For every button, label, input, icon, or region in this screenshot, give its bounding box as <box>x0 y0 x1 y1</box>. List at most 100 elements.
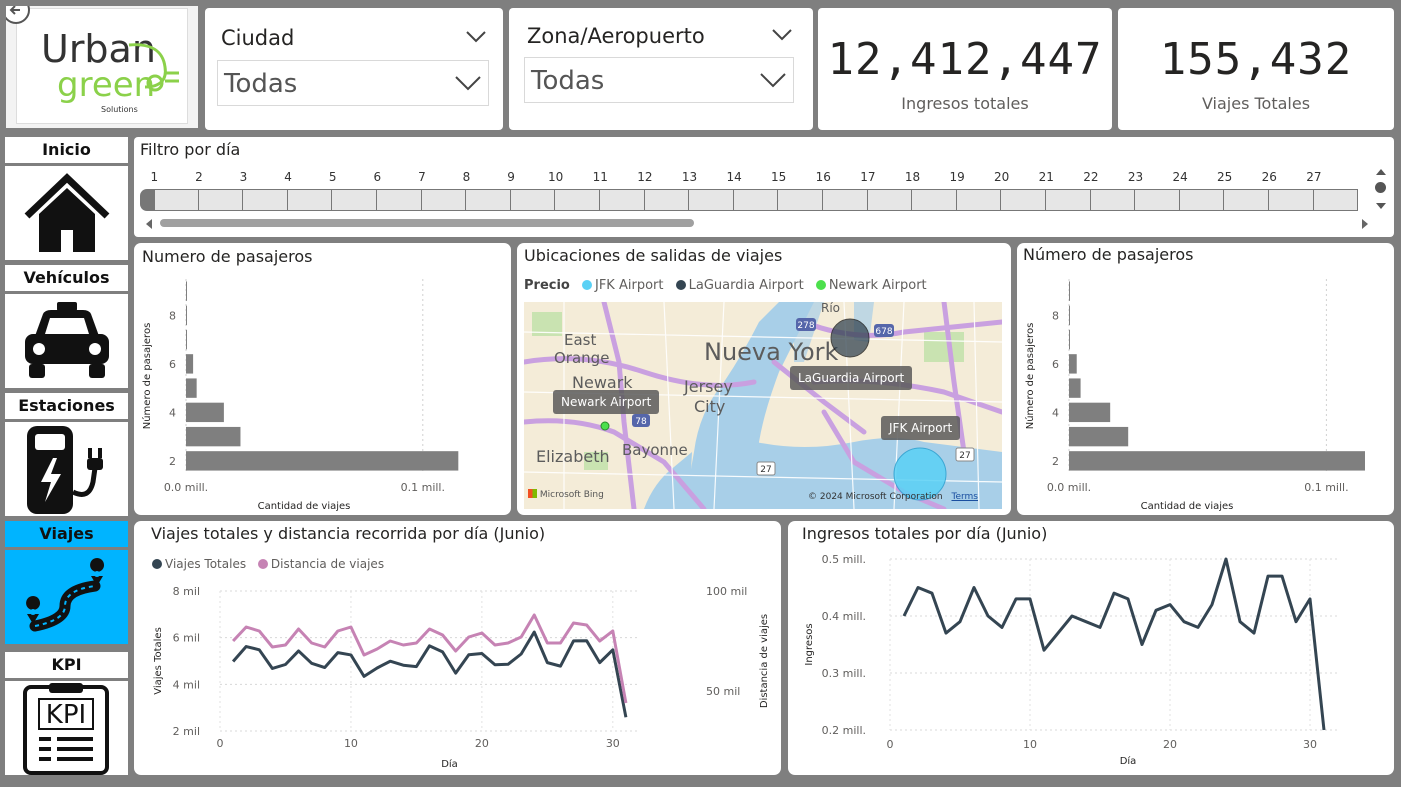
nav-label-inicio[interactable]: Inicio <box>5 137 128 163</box>
back-icon[interactable] <box>6 6 36 26</box>
day-slicer-label: 20 <box>994 170 1010 184</box>
revenue-chart: 0.2 mill. 0.3 mill. 0.4 mill. 0.5 mill. 0 10 2… <box>804 553 1338 767</box>
bar-8 <box>186 305 187 326</box>
map-place-orange: Orange <box>554 349 609 367</box>
svg-text:KPI: KPI <box>46 700 86 730</box>
day-slicer-cell-6[interactable] <box>377 189 422 211</box>
zona-header-chevron-icon[interactable] <box>771 28 793 42</box>
left-tick: 8 mil <box>173 585 200 598</box>
svg-text:678: 678 <box>875 327 892 337</box>
ciudad-slicer: Ciudad Todas <box>205 8 503 130</box>
day-slicer-cell-16[interactable] <box>823 189 868 211</box>
y-right-axis-title: Distancia de viajes <box>759 614 770 708</box>
day-slicer-cell-18[interactable] <box>912 189 957 211</box>
day-slicer-cell-15[interactable] <box>778 189 823 211</box>
legend-jfk[interactable]: JFK Airport <box>595 278 663 293</box>
day-slicer-cell-12[interactable] <box>644 189 690 211</box>
ciudad-dropdown[interactable]: Todas <box>217 60 489 106</box>
day-slicer-cell-25[interactable] <box>1224 189 1269 211</box>
scroll-left-icon[interactable] <box>144 218 154 230</box>
day-slicer-cell-10[interactable] <box>555 189 600 211</box>
map-place-city: City <box>694 397 725 416</box>
map-label-newark: Newark Airport <box>553 390 660 414</box>
day-slicer-cell-3[interactable] <box>243 189 288 211</box>
horizontal-scroll-thumb[interactable] <box>160 219 694 227</box>
day-slicer-label: 15 <box>771 170 787 184</box>
day-slicer-cell-24[interactable] <box>1179 189 1225 211</box>
day-slicer-cell-17[interactable] <box>867 189 913 211</box>
legend-dot-laguardia <box>675 280 686 290</box>
nav-button-estaciones[interactable] <box>5 422 128 516</box>
map-card: Ubicaciones de salidas de viajes Precio … <box>517 243 1011 515</box>
zona-dropdown[interactable]: Todas <box>524 57 794 103</box>
day-slicer-cell-2[interactable] <box>198 189 244 211</box>
day-slicer-label: 19 <box>949 170 965 184</box>
nav-label-vehiculos[interactable]: Vehículos <box>5 265 128 291</box>
x-tick-0: 0.0 mill. <box>164 481 208 494</box>
day-slicer-label: 22 <box>1083 170 1099 184</box>
scroll-up-icon[interactable] <box>1374 167 1388 177</box>
map-canvas[interactable]: East Orange Newark Jersey City Nueva Yor… <box>524 302 1002 509</box>
scroll-down-icon[interactable] <box>1374 201 1388 211</box>
kpi-viajes-value: 155,432 <box>1159 34 1353 85</box>
day-slicer-cell-4[interactable] <box>287 189 333 211</box>
map-bubble-newark <box>600 421 610 431</box>
bar-8 <box>1069 305 1070 326</box>
map-copyright-text: © 2024 Microsoft Corporation <box>808 492 943 502</box>
map-terms-link[interactable]: Terms <box>951 492 978 502</box>
day-slicer-cell-22[interactable] <box>1090 189 1136 211</box>
x-tick: 0 <box>217 737 224 750</box>
nav-label-viajes[interactable]: Viajes <box>5 521 128 547</box>
ciudad-dropdown-value: Todas <box>224 69 298 99</box>
zona-slicer-title: Zona/Aeropuerto <box>527 24 705 48</box>
trips-distance-chart: 2 mil 4 mil 6 mil 8 mil 0 10 20 30 50 mil 100 mil… <box>153 585 770 770</box>
scroll-right-icon[interactable] <box>1360 218 1370 230</box>
day-slicer-cell-9[interactable] <box>510 189 556 211</box>
day-slicer-label: 11 <box>592 170 608 184</box>
day-slicer-cell-11[interactable] <box>600 189 645 211</box>
ciudad-header-chevron-icon[interactable] <box>465 30 487 44</box>
day-slicer-cell-13[interactable] <box>689 189 734 211</box>
svg-text:27: 27 <box>760 465 771 475</box>
ciudad-dropdown-chevron-icon[interactable] <box>454 75 482 91</box>
left-tick: 2 mil <box>173 725 200 738</box>
day-slicer-cell-21[interactable] <box>1046 189 1091 211</box>
legend-laguardia[interactable]: LaGuardia Airport <box>689 278 804 293</box>
x-tick-0: 0.0 mill. <box>1047 481 1091 494</box>
kpi-clipboard-icon: KPI <box>23 683 109 775</box>
map-bing-logo: Microsoft Bing <box>528 489 604 500</box>
day-slicer-cell-5[interactable] <box>332 189 377 211</box>
legend-newark[interactable]: Newark Airport <box>829 278 927 293</box>
day-slicer-cell-26[interactable] <box>1269 189 1314 211</box>
bar-3 <box>186 426 241 447</box>
nav-label-kpi[interactable]: KPI <box>5 652 128 678</box>
day-slicer-label: 21 <box>1038 170 1054 184</box>
day-slicer-label: 2 <box>195 170 203 184</box>
day-slicer-cell-20[interactable] <box>1001 189 1046 211</box>
vertical-scroll-thumb[interactable] <box>1375 182 1386 193</box>
y-tick: 0.4 mill. <box>822 610 866 623</box>
day-slicer-cell-23[interactable] <box>1135 189 1180 211</box>
nav-button-kpi[interactable]: KPI <box>5 681 128 775</box>
day-slicer-cell-19[interactable] <box>956 189 1002 211</box>
logo: Urban green Solutions <box>16 8 188 124</box>
bar-7 <box>186 329 187 350</box>
day-slicer-cell-14[interactable] <box>733 189 779 211</box>
zona-dropdown-chevron-icon[interactable] <box>759 72 787 88</box>
passengers-left-card: Numero de pasajeros 2 4 6 8 0.0 mill. 0.1 mil… <box>134 243 511 515</box>
day-slicer-cell-27[interactable] <box>1313 189 1359 211</box>
nav-button-vehiculos[interactable] <box>5 294 128 388</box>
nav-button-viajes[interactable] <box>5 550 128 644</box>
day-slicer-label: 4 <box>284 170 292 184</box>
day-slicer-cell-1[interactable] <box>154 189 199 211</box>
nav-button-inicio[interactable] <box>5 166 128 260</box>
y-tick: 0.5 mill. <box>822 553 866 566</box>
bar-2 <box>1069 451 1365 471</box>
nav-label-estaciones[interactable]: Estaciones <box>5 393 128 419</box>
x-axis-title: Cantidad de viajes <box>258 501 351 512</box>
day-slicer-handle[interactable] <box>140 189 154 211</box>
day-slicer-cell-8[interactable] <box>466 189 511 211</box>
map-copyright: © 2024 Microsoft Corporation Terms <box>808 492 978 502</box>
day-slicer-cell-7[interactable] <box>421 189 467 211</box>
day-slicer-label: 9 <box>507 170 515 184</box>
